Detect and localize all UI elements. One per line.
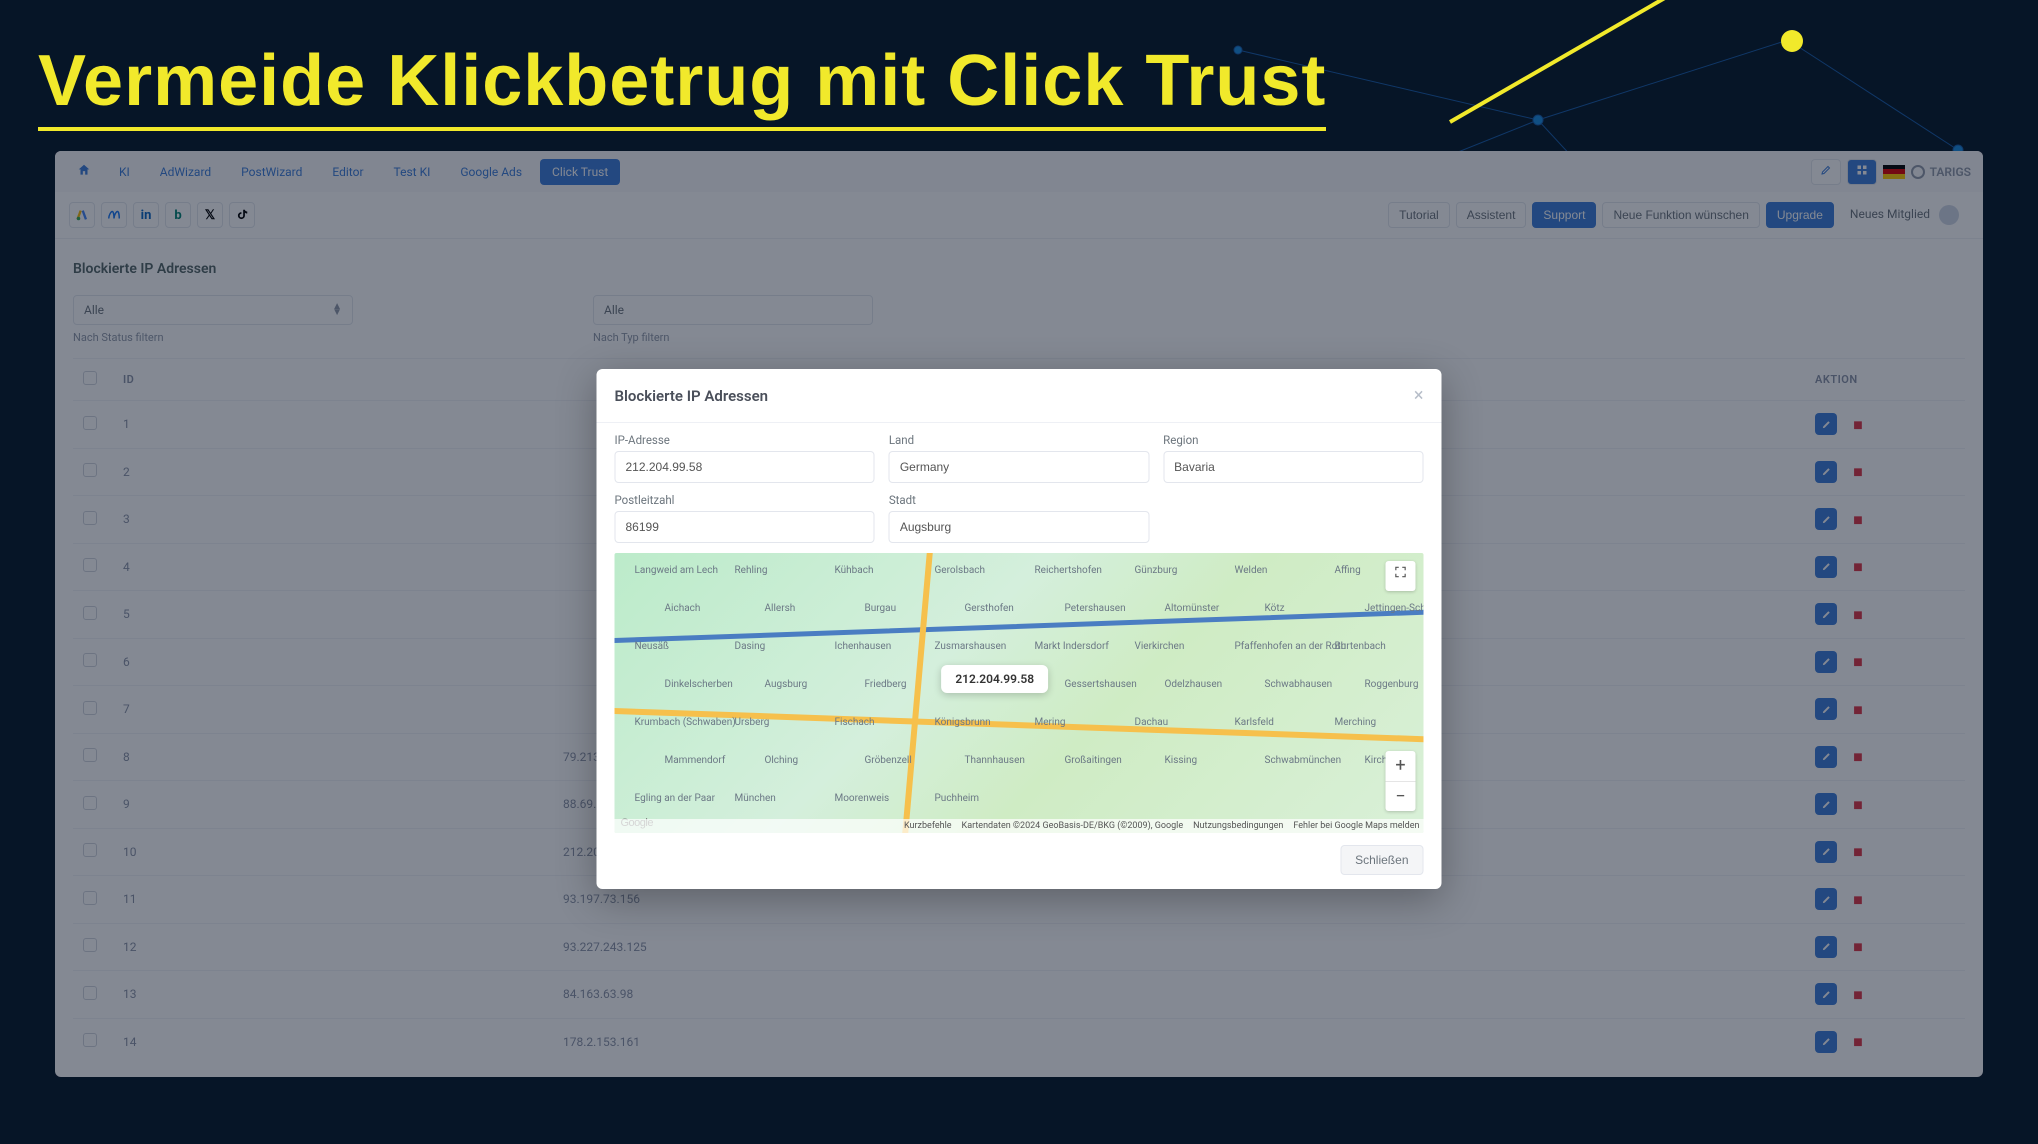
map-place-label: Mering [1035, 717, 1066, 728]
map-attribution: Kurzbefehle Kartendaten ©2024 GeoBasis-D… [615, 819, 1424, 833]
map-report[interactable]: Fehler bei Google Maps melden [1293, 821, 1419, 831]
dialog-footer: Schließen [597, 833, 1442, 879]
fullscreen-icon [1394, 565, 1408, 579]
map-place-label: Günzburg [1135, 565, 1178, 576]
map-place-label: Friedberg [865, 679, 907, 690]
map-zoom-out[interactable]: − [1386, 781, 1416, 811]
marketing-header: Vermeide Klickbetrug mit Click Trust [0, 0, 2038, 151]
map-zoom-control: + − [1386, 751, 1416, 811]
map-place-label: Altomünster [1165, 603, 1220, 614]
map-place-label: Gessertshausen [1065, 679, 1137, 690]
lbl-ip: IP-Adresse [615, 433, 875, 447]
input-ip[interactable] [615, 451, 875, 483]
map-place-label: Neusäß [635, 641, 670, 652]
map-place-label: Großaitingen [1065, 755, 1122, 766]
input-region[interactable] [1163, 451, 1423, 483]
map-terms[interactable]: Nutzungsbedingungen [1193, 821, 1283, 831]
dialog-header: Blockierte IP Adressen × [597, 369, 1442, 423]
map-data-credit: Kartendaten ©2024 GeoBasis-DE/BKG (©2009… [962, 821, 1184, 831]
location-map[interactable]: Langweid am Lech Rehling Kühbach Gerolsbach… [615, 553, 1424, 833]
input-stadt[interactable] [889, 511, 1149, 543]
map-place-label: Reichertshofen [1035, 565, 1102, 576]
dialog-body: IP-Adresse Land Region Postleitzahl [597, 423, 1442, 833]
map-place-label: Gersthofen [965, 603, 1014, 614]
map-place-label: Aichach [665, 603, 701, 614]
map-place-label: Merching [1335, 717, 1377, 728]
map-place-label: Dachau [1135, 717, 1169, 728]
map-place-label: Welden [1235, 565, 1268, 576]
map-place-label: Burtenbach [1335, 641, 1386, 652]
map-place-label: Moorenweis [835, 793, 890, 804]
ip-detail-dialog: Blockierte IP Adressen × IP-Adresse Land… [597, 369, 1442, 889]
map-place-label: Fischach [835, 717, 875, 728]
lbl-region: Region [1163, 433, 1423, 447]
map-place-label: Mammendorf [665, 755, 726, 766]
map-place-label: Affing [1335, 565, 1361, 576]
map-place-label: Odelzhausen [1165, 679, 1223, 690]
map-place-label: Krumbach (Schwaben) [635, 717, 736, 728]
map-place-label: Rehling [735, 565, 768, 576]
map-place-label: München [735, 793, 776, 804]
map-place-label: Kötz [1265, 603, 1285, 614]
map-place-label: Dasing [735, 641, 766, 652]
map-place-label: Königsbrunn [935, 717, 991, 728]
map-place-label: Vierkirchen [1135, 641, 1185, 652]
map-place-label: Gröbenzell [865, 755, 912, 766]
map-shortcuts[interactable]: Kurzbefehle [904, 821, 952, 831]
input-land[interactable] [889, 451, 1149, 483]
map-controls: + − [1386, 561, 1416, 811]
input-plz[interactable] [615, 511, 875, 543]
map-place-label: Zusmarshausen [935, 641, 1007, 652]
headline-accent-dot [1781, 30, 1803, 52]
map-place-label: Karlsfeld [1235, 717, 1274, 728]
dialog-close-x[interactable]: × [1414, 385, 1424, 406]
map-zoom-in[interactable]: + [1386, 751, 1416, 781]
map-place-label: Augsburg [765, 679, 808, 690]
map-place-label: Thannhausen [965, 755, 1025, 766]
map-place-label: Schwabmünchen [1265, 755, 1342, 766]
lbl-plz: Postleitzahl [615, 493, 875, 507]
map-place-label: Kissing [1165, 755, 1198, 766]
map-place-label: Gerolsbach [935, 565, 986, 576]
map-pin-label: 212.204.99.58 [941, 665, 1048, 693]
lbl-stadt: Stadt [889, 493, 1149, 507]
map-place-label: Egling an der Paar [635, 793, 715, 804]
dialog-close-button[interactable]: Schließen [1340, 845, 1423, 875]
map-place-label: Schwabhausen [1265, 679, 1333, 690]
map-place-label: Pfaffenhofen an der Roth [1235, 641, 1347, 652]
lbl-land: Land [889, 433, 1149, 447]
map-place-label: Ichenhausen [835, 641, 892, 652]
headline-accent-line [1449, 0, 1754, 124]
map-place-label: Burgau [865, 603, 897, 614]
dialog-title: Blockierte IP Adressen [615, 387, 769, 405]
map-place-label: Kühbach [835, 565, 874, 576]
map-place-label: Langweid am Lech [635, 565, 718, 576]
marketing-headline: Vermeide Klickbetrug mit Click Trust [38, 40, 1326, 131]
map-place-label: Markt Indersdorf [1035, 641, 1109, 652]
app-screenshot: KI AdWizard PostWizard Editor Test KI Go… [55, 151, 1983, 1077]
map-fullscreen-button[interactable] [1386, 561, 1416, 591]
map-place-label: Puchheim [935, 793, 980, 804]
map-place-label: Petershausen [1065, 603, 1126, 614]
map-place-label: Ursberg [735, 717, 770, 728]
map-place-label: Dinkelscherben [665, 679, 733, 690]
map-place-label: Allersh [765, 603, 796, 614]
map-place-label: Olching [765, 755, 799, 766]
